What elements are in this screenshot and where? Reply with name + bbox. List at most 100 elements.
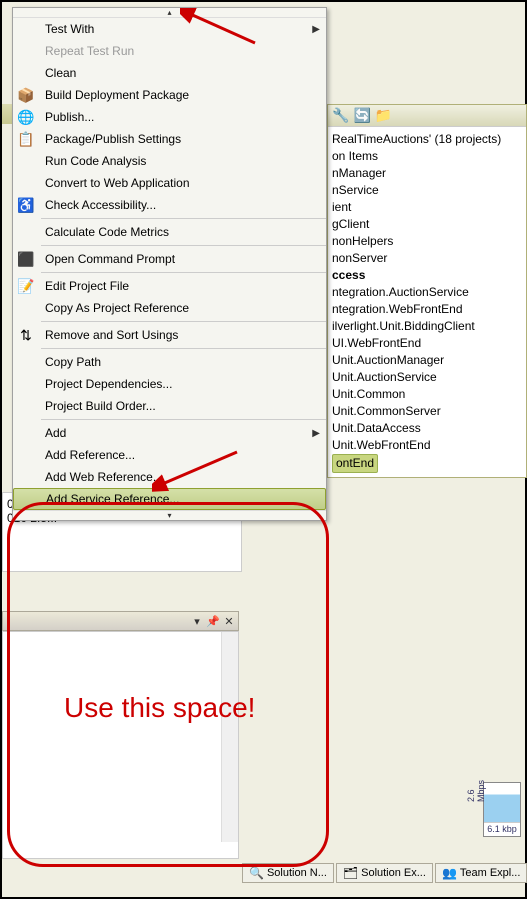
project-node[interactable]: Unit.Common [328, 386, 526, 403]
annotation-arrow-top [180, 8, 260, 48]
blank-icon [13, 62, 39, 84]
solution-node[interactable]: RealTimeAuctions' (18 projects) [328, 131, 526, 148]
menu-project-build-order[interactable]: Project Build Order... [13, 395, 326, 417]
solution-explorer-panel: 🔧 🔄 📁 RealTimeAuctions' (18 projects) on… [327, 104, 527, 478]
solution-icon: 🔍 [249, 866, 264, 880]
tab-solution-explorer[interactable]: 🗂 Solution Ex... [336, 863, 433, 883]
menu-separator [41, 218, 326, 219]
menu-clean[interactable]: Clean [13, 62, 326, 84]
annotation-arrow-bottom [152, 447, 242, 492]
submenu-arrow-icon: ▶ [312, 24, 320, 35]
project-node[interactable]: Unit.AuctionManager [328, 352, 526, 369]
settings-doc-icon: 📋 [13, 128, 39, 150]
properties-icon[interactable]: 🔧 [332, 107, 349, 124]
show-all-icon[interactable]: 📁 [375, 107, 392, 124]
project-node[interactable]: nonHelpers [328, 233, 526, 250]
perf-bar: 2.6 Mbps [484, 783, 520, 823]
project-node-selected[interactable]: ontEnd [332, 454, 378, 473]
edit-file-icon: 📝 [13, 275, 39, 297]
menu-label: Remove and Sort Usings [39, 328, 320, 342]
menu-separator [41, 348, 326, 349]
tab-label: Solution Ex... [361, 867, 426, 879]
cmd-icon: ⬛ [13, 248, 39, 270]
blank-icon [13, 395, 39, 417]
project-node[interactable]: nonServer [328, 250, 526, 267]
sort-icon: ⇅ [13, 324, 39, 346]
menu-label: Copy As Project Reference [39, 301, 320, 315]
blank-icon [13, 466, 39, 488]
project-node[interactable]: Unit.CommonServer [328, 403, 526, 420]
annotation-highlight-box [7, 502, 329, 867]
network-perf-meter: 2.6 Mbps 6.1 kbp [483, 782, 521, 837]
menu-label: Run Code Analysis [39, 154, 320, 168]
menu-label: Convert to Web Application [39, 176, 320, 190]
blank-icon [13, 18, 39, 40]
menu-label: Publish... [39, 110, 320, 124]
menu-edit-project-file[interactable]: 📝 Edit Project File [13, 275, 326, 297]
project-node[interactable]: on Items [328, 148, 526, 165]
menu-check-accessibility[interactable]: ♿ Check Accessibility... [13, 194, 326, 216]
blank-icon [13, 351, 39, 373]
package-icon: 📦 [13, 84, 39, 106]
menu-package-publish-settings[interactable]: 📋 Package/Publish Settings [13, 128, 326, 150]
menu-run-code-analysis[interactable]: Run Code Analysis [13, 150, 326, 172]
tab-label: Solution N... [267, 867, 327, 879]
tab-team-explorer[interactable]: 👥 Team Expl... [435, 863, 527, 883]
menu-project-dependencies[interactable]: Project Dependencies... [13, 373, 326, 395]
accessibility-icon: ♿ [13, 194, 39, 216]
project-node[interactable]: ilverlight.Unit.BiddingClient [328, 318, 526, 335]
perf-footer: 6.1 kbp [484, 823, 520, 835]
blank-icon [13, 150, 39, 172]
menu-label: Project Dependencies... [39, 377, 320, 391]
blank-icon [13, 172, 39, 194]
menu-copy-path[interactable]: Copy Path [13, 351, 326, 373]
menu-copy-as-project-reference[interactable]: Copy As Project Reference [13, 297, 326, 319]
globe-icon: 🌐 [13, 106, 39, 128]
team-icon: 👥 [442, 866, 457, 880]
menu-label: Calculate Code Metrics [39, 225, 320, 239]
menu-test-with[interactable]: Test With ▶ [13, 18, 326, 40]
refresh-icon[interactable]: 🔄 [353, 107, 370, 124]
menu-add[interactable]: Add ▶ [13, 422, 326, 444]
menu-calculate-code-metrics[interactable]: Calculate Code Metrics [13, 221, 326, 243]
menu-label: Check Accessibility... [39, 198, 320, 212]
menu-label: Add [39, 426, 312, 440]
menu-label: Copy Path [39, 355, 320, 369]
menu-label: Clean [39, 66, 320, 80]
blank-icon [13, 40, 39, 62]
perf-rate: 2.6 Mbps [466, 768, 486, 802]
annotation-text: Use this space! [64, 692, 255, 724]
solution-tree: RealTimeAuctions' (18 projects) on Items… [328, 127, 526, 477]
menu-label: Test With [39, 22, 312, 36]
project-node[interactable]: Unit.DataAccess [328, 420, 526, 437]
project-node[interactable]: ient [328, 199, 526, 216]
project-node[interactable]: Unit.AuctionService [328, 369, 526, 386]
project-node[interactable]: nService [328, 182, 526, 199]
project-node[interactable]: nManager [328, 165, 526, 182]
project-node[interactable]: ntegration.WebFrontEnd [328, 301, 526, 318]
menu-repeat-test-run: Repeat Test Run [13, 40, 326, 62]
project-node[interactable]: ntegration.AuctionService [328, 284, 526, 301]
menu-separator [41, 245, 326, 246]
menu-label: Package/Publish Settings [39, 132, 320, 146]
menu-remove-sort-usings[interactable]: ⇅ Remove and Sort Usings [13, 324, 326, 346]
menu-open-command-prompt[interactable]: ⬛ Open Command Prompt [13, 248, 326, 270]
menu-scroll-up[interactable]: ▴ [13, 8, 326, 18]
menu-build-deployment[interactable]: 📦 Build Deployment Package [13, 84, 326, 106]
menu-separator [41, 419, 326, 420]
blank-icon [13, 297, 39, 319]
solution-explorer-toolbar: 🔧 🔄 📁 [328, 105, 526, 127]
blank-icon [13, 444, 39, 466]
menu-separator [41, 321, 326, 322]
blank-icon [13, 422, 39, 444]
menu-label: Edit Project File [39, 279, 320, 293]
menu-label: Open Command Prompt [39, 252, 320, 266]
tab-label: Team Expl... [460, 867, 521, 879]
menu-publish[interactable]: 🌐 Publish... [13, 106, 326, 128]
project-node[interactable]: ccess [328, 267, 526, 284]
menu-convert-to-web-app[interactable]: Convert to Web Application [13, 172, 326, 194]
project-node[interactable]: gClient [328, 216, 526, 233]
menu-label: Project Build Order... [39, 399, 320, 413]
project-node[interactable]: Unit.WebFrontEnd [328, 437, 526, 454]
project-node[interactable]: UI.WebFrontEnd [328, 335, 526, 352]
